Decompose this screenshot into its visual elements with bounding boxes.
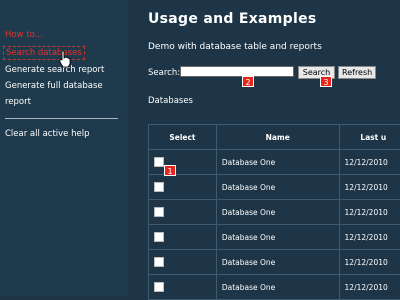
sidebar-link-clear-help[interactable]: Clear all active help <box>5 129 89 139</box>
row-checkbox[interactable] <box>154 232 164 242</box>
sidebar-link-how-to[interactable]: How to... <box>5 30 43 40</box>
sidebar-link-generate-full-database[interactable]: Generate full database <box>5 81 103 91</box>
row-checkbox[interactable] <box>154 257 164 267</box>
main-content: Usage and Examples Demo with database ta… <box>148 0 400 296</box>
help-badge-1[interactable]: 1 <box>164 165 176 176</box>
sidebar-link-report[interactable]: report <box>5 97 31 107</box>
select-cell <box>149 200 217 225</box>
table-header-row: Select Name Last u <box>149 125 400 150</box>
databases-heading: Databases <box>148 96 193 106</box>
table-row: Database One 12/12/2010 <box>149 200 400 225</box>
table-row: Database One 12/12/2010 <box>149 225 400 250</box>
last-updated: 12/12/2010 <box>339 150 400 175</box>
sidebar-link-generate-search-report[interactable]: Generate search report <box>5 65 104 75</box>
sidebar: How to... Search databases Generate sear… <box>0 0 128 296</box>
column-header-name: Name <box>216 125 339 150</box>
help-badge-2[interactable]: 2 <box>242 76 254 87</box>
search-input[interactable] <box>180 66 294 77</box>
page-title: Usage and Examples <box>148 11 317 27</box>
column-header-last-updated: Last u <box>339 125 400 150</box>
row-checkbox[interactable] <box>154 207 164 217</box>
select-cell <box>149 250 217 275</box>
last-updated: 12/12/2010 <box>339 200 400 225</box>
last-updated: 12/12/2010 <box>339 250 400 275</box>
database-name: Database One <box>216 225 339 250</box>
row-checkbox[interactable] <box>154 157 164 167</box>
database-name: Database One <box>216 150 339 175</box>
last-updated: 12/12/2010 <box>339 225 400 250</box>
refresh-button[interactable]: Refresh <box>338 66 376 79</box>
select-cell <box>149 175 217 200</box>
table-row: Database One 12/12/2010 <box>149 250 400 275</box>
table-row: Database One 12/12/2010 <box>149 175 400 200</box>
database-name: Database One <box>216 200 339 225</box>
table-row: Database One 12/12/2010 <box>149 150 400 175</box>
last-updated: 12/12/2010 <box>339 175 400 200</box>
help-badge-3[interactable]: 3 <box>320 76 332 87</box>
database-name: Database One <box>216 175 339 200</box>
select-cell <box>149 150 217 175</box>
hand-cursor-icon <box>58 50 72 68</box>
page-subtitle: Demo with database table and reports <box>148 42 322 52</box>
select-cell <box>149 225 217 250</box>
databases-table: Select Name Last u Database One 12/12/20… <box>148 124 400 300</box>
row-checkbox[interactable] <box>154 182 164 192</box>
sidebar-link-search-databases[interactable]: Search databases <box>3 46 85 60</box>
sidebar-divider <box>5 118 118 119</box>
row-checkbox[interactable] <box>154 282 164 292</box>
column-header-select: Select <box>149 125 217 150</box>
database-name: Database One <box>216 250 339 275</box>
search-label: Search: <box>148 68 180 78</box>
